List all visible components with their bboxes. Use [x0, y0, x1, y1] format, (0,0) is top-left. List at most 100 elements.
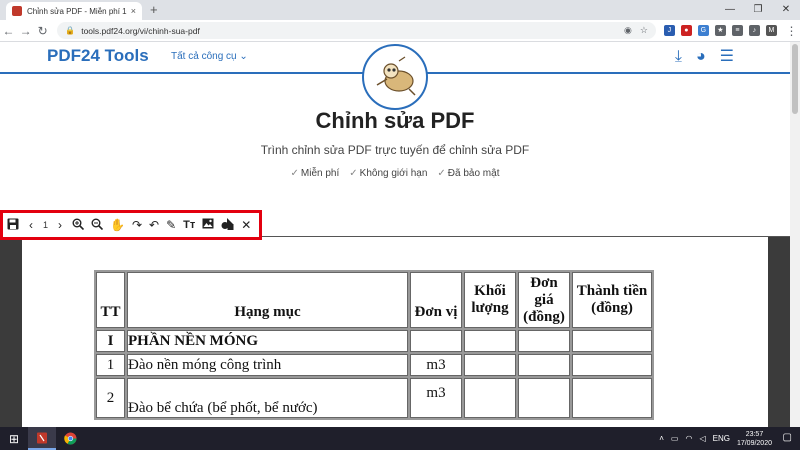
col-header-item: Hạng mục	[127, 272, 408, 328]
taskbar-app-chrome[interactable]	[56, 427, 84, 450]
browser-tab[interactable]: Chỉnh sửa PDF - Miễn phí 100% ×	[6, 2, 142, 20]
pen-draw-icon[interactable]: ✎	[166, 218, 176, 232]
col-header-unit: Đơn vị	[410, 272, 462, 328]
notification-icon[interactable]: ▢	[783, 432, 792, 443]
tab-title: Chỉnh sửa PDF - Miễn phí 100%	[27, 6, 127, 16]
extension-icon[interactable]: ●	[680, 25, 692, 36]
cell-quantity	[464, 330, 516, 352]
extension-icons: J ● G ★ ≡ ♪ M	[663, 25, 777, 36]
all-tools-menu[interactable]: Tất cả công cụ ⌄	[171, 51, 248, 62]
extension-icon[interactable]: G	[697, 25, 709, 36]
system-tray: ˄ ▭ ◠ ◁ ENG 23:57 17/09/2020	[659, 427, 772, 450]
feature-label: Miễn phí	[300, 168, 340, 179]
scrollbar-thumb[interactable]	[792, 44, 798, 114]
close-window-button[interactable]: ✕	[772, 0, 800, 20]
extension-icon[interactable]: ≡	[731, 25, 743, 36]
cell-unit: m3	[410, 378, 462, 418]
feature-item: ✓ Đã bảo mật	[437, 168, 499, 179]
pdf-page[interactable]: TT Hạng mục Đơn vị Khối lượng Đơn giá (đ…	[22, 237, 768, 427]
volume-icon[interactable]: ◁	[699, 434, 705, 443]
url-text[interactable]: tools.pdf24.org/vi/chinh-sua-pdf	[81, 26, 616, 36]
next-page-icon[interactable]: ›	[55, 218, 65, 232]
browser-tabstrip: Chỉnh sửa PDF - Miễn phí 100% × + — ❐ ✕	[0, 0, 800, 20]
reload-icon[interactable]: ↻	[34, 24, 51, 38]
previous-page-icon[interactable]: ‹	[26, 218, 36, 232]
cost-table: TT Hạng mục Đơn vị Khối lượng Đơn giá (đ…	[94, 270, 654, 420]
feature-label: Không giới hạn	[359, 168, 428, 179]
pdf24-logo[interactable]: PDF24 Tools	[47, 46, 149, 66]
windows-taskbar: ⊞ ˄ ▭ ◠ ◁ ENG 23:57 17/09/2020 ▢	[0, 427, 800, 450]
omnibox[interactable]: 🔒 tools.pdf24.org/vi/chinh-sua-pdf ◉ ☆	[57, 22, 656, 39]
page-number[interactable]: 1	[43, 220, 48, 230]
location-icon[interactable]: ◉	[624, 25, 632, 36]
cell-tt: I	[96, 330, 125, 352]
hand-pan-icon[interactable]: ✋	[110, 218, 125, 232]
cell-unit-price	[518, 354, 570, 376]
palette-icon[interactable]: ◕	[696, 48, 706, 66]
more-menu-icon[interactable]: ⋮	[783, 24, 800, 38]
cell-total	[572, 330, 652, 352]
cell-unit-price	[518, 378, 570, 418]
cell-tt: 1	[96, 354, 125, 376]
forward-icon[interactable]: →	[17, 24, 34, 38]
back-icon[interactable]: ←	[0, 24, 17, 38]
table-row: I PHẦN NỀN MÓNG	[96, 330, 652, 352]
image-insert-icon[interactable]	[202, 218, 214, 232]
network-icon[interactable]: ▭	[671, 434, 679, 443]
text-tool-icon[interactable]: Tт	[183, 218, 195, 232]
extension-icon[interactable]: ★	[714, 25, 726, 36]
close-icon[interactable]: ✕	[241, 218, 251, 232]
mascot-logo	[362, 44, 428, 110]
download-icon[interactable]: ⤓	[675, 48, 682, 66]
save-icon[interactable]	[7, 218, 19, 233]
editor-toolbar: ‹ 1 › ✋ ↷ ↶ ✎ Tт ✕	[0, 210, 262, 240]
page-title: Chỉnh sửa PDF	[315, 108, 475, 133]
cell-unit	[410, 330, 462, 352]
feature-item: ✓ Không giới hạn	[349, 168, 427, 179]
check-icon: ✓	[437, 168, 446, 179]
check-icon: ✓	[349, 168, 358, 179]
mascot-icon	[376, 56, 416, 96]
pdf-viewer[interactable]: TT Hạng mục Đơn vị Khối lượng Đơn giá (đ…	[0, 237, 790, 427]
bookmark-star-icon[interactable]: ☆	[640, 25, 648, 36]
tab-close-icon[interactable]: ×	[131, 6, 136, 16]
table-row: 1 Đào nền móng công trình m3	[96, 354, 652, 376]
hamburger-menu-icon[interactable]: ☰	[720, 48, 734, 66]
cell-item: Đào bể chứa (bể phốt, bể nước)	[127, 378, 408, 418]
tray-chevron-icon[interactable]: ˄	[659, 434, 664, 443]
page-scrollbar[interactable]	[790, 42, 800, 427]
cell-total	[572, 378, 652, 418]
extension-icon[interactable]: J	[663, 25, 675, 36]
col-header-tt: TT	[96, 272, 125, 328]
windows-start-icon[interactable]: ⊞	[0, 432, 28, 446]
page-subtitle: Trình chỉnh sửa PDF trực tuyến để chỉnh …	[260, 143, 530, 157]
header-icons: ⤓ ◕ ☰	[675, 48, 734, 66]
zoom-in-icon[interactable]	[72, 218, 85, 233]
cell-tt: 2	[96, 378, 125, 418]
zoom-out-icon[interactable]	[91, 218, 104, 233]
new-tab-button[interactable]: +	[150, 2, 158, 17]
extension-icon[interactable]: ♪	[748, 25, 760, 36]
cell-unit: m3	[410, 354, 462, 376]
check-icon: ✓	[290, 168, 299, 179]
redo-icon[interactable]: ↷	[132, 218, 142, 232]
cell-item: PHẦN NỀN MÓNG	[127, 330, 408, 352]
taskbar-app-pdf[interactable]	[28, 427, 56, 450]
table-header-row: TT Hạng mục Đơn vị Khối lượng Đơn giá (đ…	[96, 272, 652, 328]
cell-quantity	[464, 354, 516, 376]
pdf24-favicon-icon	[12, 6, 22, 16]
taskbar-clock[interactable]: 23:57 17/09/2020	[737, 430, 772, 448]
table-row: 2 Đào bể chứa (bể phốt, bể nước) m3	[96, 378, 652, 418]
feature-list: ✓ Miễn phí ✓ Không giới hạn ✓ Đã bảo mật	[0, 168, 790, 179]
language-indicator[interactable]: ENG	[713, 434, 730, 443]
address-toolbar: ← → ↻ 🔒 tools.pdf24.org/vi/chinh-sua-pdf…	[0, 20, 800, 42]
feature-label: Đã bảo mật	[447, 168, 500, 179]
undo-icon[interactable]: ↶	[149, 218, 159, 232]
maximize-button[interactable]: ❐	[744, 0, 772, 20]
wifi-icon[interactable]: ◠	[685, 434, 692, 443]
window-controls: — ❐ ✕	[716, 0, 800, 20]
col-header-unit-price: Đơn giá (đồng)	[518, 272, 570, 328]
shapes-icon[interactable]	[221, 217, 234, 233]
extension-icon[interactable]: M	[765, 25, 777, 36]
minimize-button[interactable]: —	[716, 0, 744, 20]
